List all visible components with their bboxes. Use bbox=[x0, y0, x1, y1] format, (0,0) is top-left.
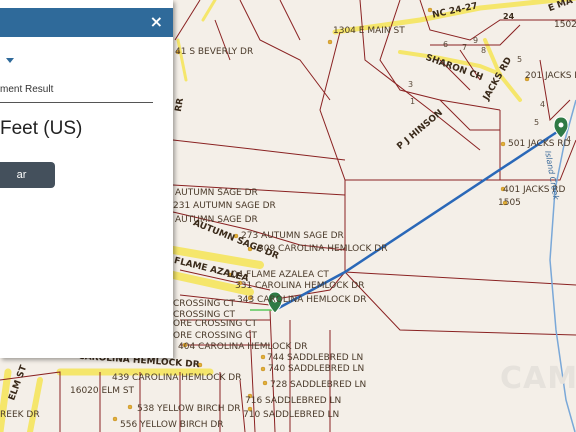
address-label: 744 SADDLEBRED LN bbox=[267, 353, 364, 363]
measurement-result: Feet (US) bbox=[0, 118, 83, 139]
address-label: 740 SADDLEBRED LN bbox=[268, 364, 365, 374]
address-label: 404 CAROLINA HEMLOCK DR bbox=[178, 342, 308, 352]
road-label: 24 bbox=[503, 12, 515, 21]
address-label: 331 CAROLINA HEMLOCK DR bbox=[235, 281, 365, 291]
address-label: 716 SADDLEBRED LN bbox=[245, 396, 342, 406]
parcel-number: 7 bbox=[462, 43, 468, 52]
address-label: 231 AUTUMN SAGE DR bbox=[173, 201, 276, 211]
chevron-down-icon[interactable] bbox=[6, 58, 14, 63]
address-label: 439 CAROLINA HEMLOCK DR bbox=[112, 373, 242, 383]
divider bbox=[0, 102, 153, 103]
road-label: AUTUMN SAGE DR bbox=[175, 188, 258, 198]
parcel-number: 9 bbox=[473, 36, 479, 45]
parcel-label: 1505 bbox=[498, 198, 521, 208]
address-label: 710 SADDLEBRED LN bbox=[243, 410, 340, 420]
watermark: CAMC bbox=[500, 361, 576, 396]
parcel-number: 4 bbox=[540, 100, 546, 109]
address-label: 201 JACKS RD bbox=[525, 71, 576, 81]
address-label: 556 YELLOW BIRCH DR bbox=[120, 420, 224, 430]
road-label: AUTUMN SAGE DR bbox=[175, 215, 258, 225]
road-label: ORE CROSSING CT bbox=[173, 319, 257, 329]
parcel-number: 8 bbox=[481, 46, 487, 55]
section-label: ment Result bbox=[0, 84, 54, 95]
address-label: 273 AUTUMN SAGE DR bbox=[241, 231, 344, 241]
address-label: 309 CAROLINA HEMLOCK DR bbox=[258, 244, 388, 254]
clear-button[interactable]: ar bbox=[0, 162, 55, 188]
panel-header: × bbox=[0, 8, 173, 37]
address-label: 343 CAROLINA HEMLOCK DR bbox=[237, 295, 367, 305]
close-icon[interactable]: × bbox=[150, 12, 163, 32]
address-label: 501 JACKS RD bbox=[508, 139, 571, 149]
address-label: 1304 E MAIN ST bbox=[333, 26, 405, 36]
address-label: 41 S BEVERLY DR bbox=[175, 47, 254, 57]
parcel-number: 6 bbox=[443, 40, 449, 49]
address-label: 538 YELLOW BIRCH DR bbox=[137, 404, 241, 414]
parcel-number: 5 bbox=[534, 118, 540, 127]
parcel-number: 4 bbox=[566, 135, 572, 144]
measurement-panel: × ment Result Feet (US) ar bbox=[0, 0, 173, 358]
road-label: REEK DR bbox=[0, 410, 40, 420]
parcel-number: 3 bbox=[408, 80, 414, 89]
address-label: 728 SADDLEBRED LN bbox=[270, 380, 367, 390]
parcel-label: 1502 bbox=[554, 20, 576, 30]
parcel-number: 1 bbox=[410, 97, 416, 106]
address-label: 16020 ELM ST bbox=[70, 386, 135, 396]
road-label: CROSSING CT bbox=[173, 299, 236, 309]
road-label: ORE CROSSING CT bbox=[173, 331, 257, 341]
parcel-number: 5 bbox=[517, 55, 523, 64]
